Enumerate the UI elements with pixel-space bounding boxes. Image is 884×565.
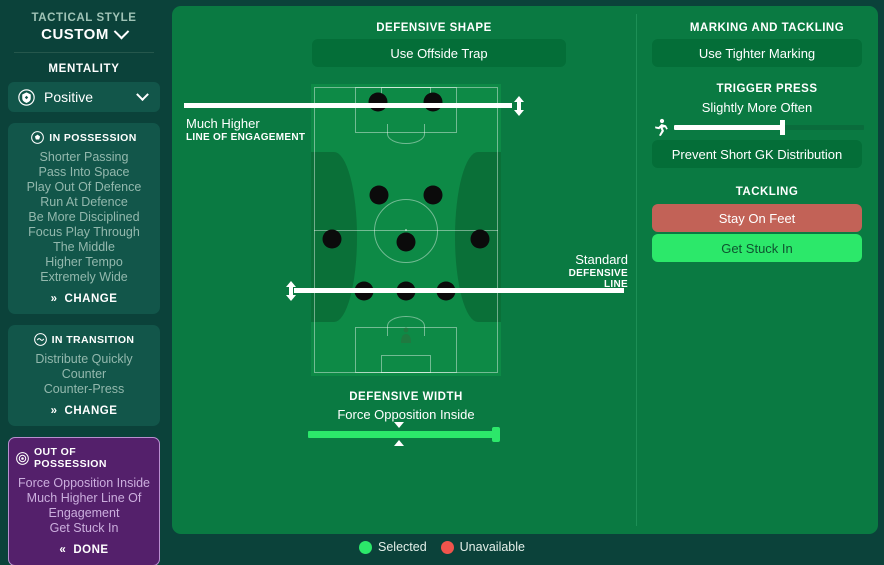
tactical-style-value: CUSTOM (41, 26, 109, 43)
player-token-central-mid[interactable] (396, 232, 416, 252)
trigger-press-fill (674, 125, 784, 130)
list-item: Counter-Press (43, 382, 125, 396)
tactics-screen: TACTICAL STYLE CUSTOM MENTALITY Positive (0, 0, 884, 565)
penalty-arc-top (387, 124, 425, 144)
tackling-title: TACKLING (735, 186, 799, 198)
list-item: Be More Disciplined (28, 210, 140, 224)
phase-card-in-possession[interactable]: IN POSSESSION Shorter Passing Pass Into … (8, 123, 160, 314)
tactical-style-label: TACTICAL STYLE (31, 12, 137, 24)
line-of-engagement-bar[interactable] (184, 103, 512, 108)
chevron-down-icon (113, 23, 130, 40)
legend-label: Unavailable (459, 540, 525, 554)
list-item: Play Out Of Defence (26, 180, 142, 194)
list-item: Run At Defence (40, 195, 128, 209)
player-token-wide-mid-right[interactable] (470, 229, 490, 249)
selected-swatch-icon (359, 540, 372, 554)
line-of-engagement-value: Much Higher (186, 116, 260, 131)
line-of-engagement-handle[interactable] (512, 96, 526, 121)
defensive-width-value: Force Opposition Inside (337, 407, 475, 422)
phase-instruction-list: Shorter Passing Pass Into Space Play Out… (15, 149, 153, 288)
pitch-graphic[interactable] (311, 84, 501, 376)
line-of-engagement-label: LINE OF ENGAGEMENT (186, 132, 306, 143)
phase-title: IN TRANSITION (51, 333, 135, 346)
phase-title: IN POSSESSION (49, 131, 137, 144)
prevent-short-gk-distribution-button[interactable]: Prevent Short GK Distribution (652, 140, 862, 168)
trigger-press-handle[interactable] (780, 120, 785, 135)
player-token-wide-mid-left[interactable] (322, 229, 342, 249)
player-token-goalkeeper[interactable] (399, 327, 413, 344)
double-chevron-right-icon: » (50, 293, 58, 305)
list-item: Much Higher Line Of Engagement (26, 491, 142, 520)
centre-circle (374, 199, 438, 263)
player-token-attacking-mid-right[interactable] (423, 185, 443, 205)
defensive-width-track[interactable] (308, 431, 500, 438)
phase-header: IN POSSESSION (15, 131, 153, 144)
change-label: CHANGE (64, 405, 118, 417)
phase-card-in-transition[interactable]: IN TRANSITION Distribute Quickly Counter… (8, 325, 160, 426)
list-item: Shorter Passing (39, 150, 129, 164)
legend: Selected Unavailable (0, 540, 884, 554)
phase-title: OUT OF POSSESSION (33, 446, 107, 470)
mentality-value: Positive (44, 89, 94, 105)
legend-item-unavailable: Unavailable (440, 540, 525, 554)
list-item: Higher Tempo (45, 255, 123, 269)
defensive-line-value: Standard (575, 252, 628, 267)
defensive-shape-title: DEFENSIVE SHAPE (376, 22, 492, 34)
line-of-engagement-labels: Much Higher LINE OF ENGAGEMENT (186, 116, 305, 143)
defensive-width-handle[interactable] (492, 427, 500, 442)
list-item: Get Stuck In (49, 521, 119, 535)
defensive-width-marker-top (394, 422, 404, 428)
tactics-sidebar: TACTICAL STYLE CUSTOM MENTALITY Positive (0, 0, 168, 565)
runner-icon (652, 118, 668, 136)
trigger-press-title: TRIGGER PRESS (716, 83, 818, 95)
legend-item-selected: Selected (359, 540, 427, 554)
use-offside-trap-button[interactable]: Use Offside Trap (312, 39, 566, 67)
defensive-width-slider[interactable] (308, 422, 500, 446)
stay-on-feet-button[interactable]: Stay On Feet (652, 204, 862, 232)
list-item: Extremely Wide (40, 270, 128, 284)
ball-icon (31, 131, 45, 144)
list-item: Pass Into Space (38, 165, 130, 179)
change-label: CHANGE (64, 293, 118, 305)
list-item: Force Opposition Inside (18, 476, 151, 490)
phase-instruction-list: Distribute Quickly Counter Counter-Press (15, 351, 153, 400)
double-chevron-right-icon: » (50, 405, 58, 417)
defensive-line-handle[interactable] (284, 281, 298, 306)
shield-icon (18, 88, 35, 106)
change-button-in-possession[interactable]: » CHANGE (15, 288, 153, 308)
target-icon (16, 451, 29, 465)
tactical-style-dropdown[interactable]: CUSTOM (8, 23, 160, 43)
phase-header: IN TRANSITION (15, 333, 153, 346)
chevron-down-icon (136, 87, 149, 101)
phase-header: OUT OF POSSESSION (16, 446, 152, 470)
defensive-width-title: DEFENSIVE WIDTH (349, 391, 463, 403)
player-token-attacking-mid-left[interactable] (369, 185, 389, 205)
player-token-striker-right[interactable] (423, 92, 443, 112)
trigger-press-value: Slightly More Often (701, 100, 813, 115)
list-item: Focus Play Through The Middle (28, 225, 140, 254)
tactics-main-panel: DEFENSIVE SHAPE Use Offside Trap Much Hi… (172, 6, 878, 534)
legend-label: Selected (378, 540, 427, 554)
mentality-dropdown[interactable]: Positive (8, 82, 160, 112)
change-button-in-transition[interactable]: » CHANGE (15, 400, 153, 420)
trigger-press-slider[interactable] (652, 118, 864, 136)
get-stuck-in-button[interactable]: Get Stuck In (652, 234, 862, 262)
marking-and-tackling-title: MARKING AND TACKLING (689, 22, 845, 34)
defensive-line-labels: Standard DEFENSIVE LINE (554, 252, 628, 290)
sidebar-divider (14, 52, 154, 53)
list-item: Distribute Quickly (35, 352, 133, 366)
panel-divider (636, 14, 637, 526)
defensive-width-marker-bottom (394, 440, 404, 446)
player-token-striker-left[interactable] (368, 92, 387, 112)
phase-instruction-list: Force Opposition Inside Much Higher Line… (16, 475, 152, 539)
mentality-label: MENTALITY (48, 63, 120, 75)
use-tighter-marking-button[interactable]: Use Tighter Marking (652, 39, 862, 67)
defensive-line-label: DEFENSIVE LINE (568, 268, 628, 290)
unavailable-swatch-icon (440, 540, 454, 554)
transition-icon (33, 333, 47, 346)
six-yard-box-bottom (381, 355, 431, 373)
centre-spot (405, 229, 407, 231)
list-item: Counter (61, 367, 107, 381)
